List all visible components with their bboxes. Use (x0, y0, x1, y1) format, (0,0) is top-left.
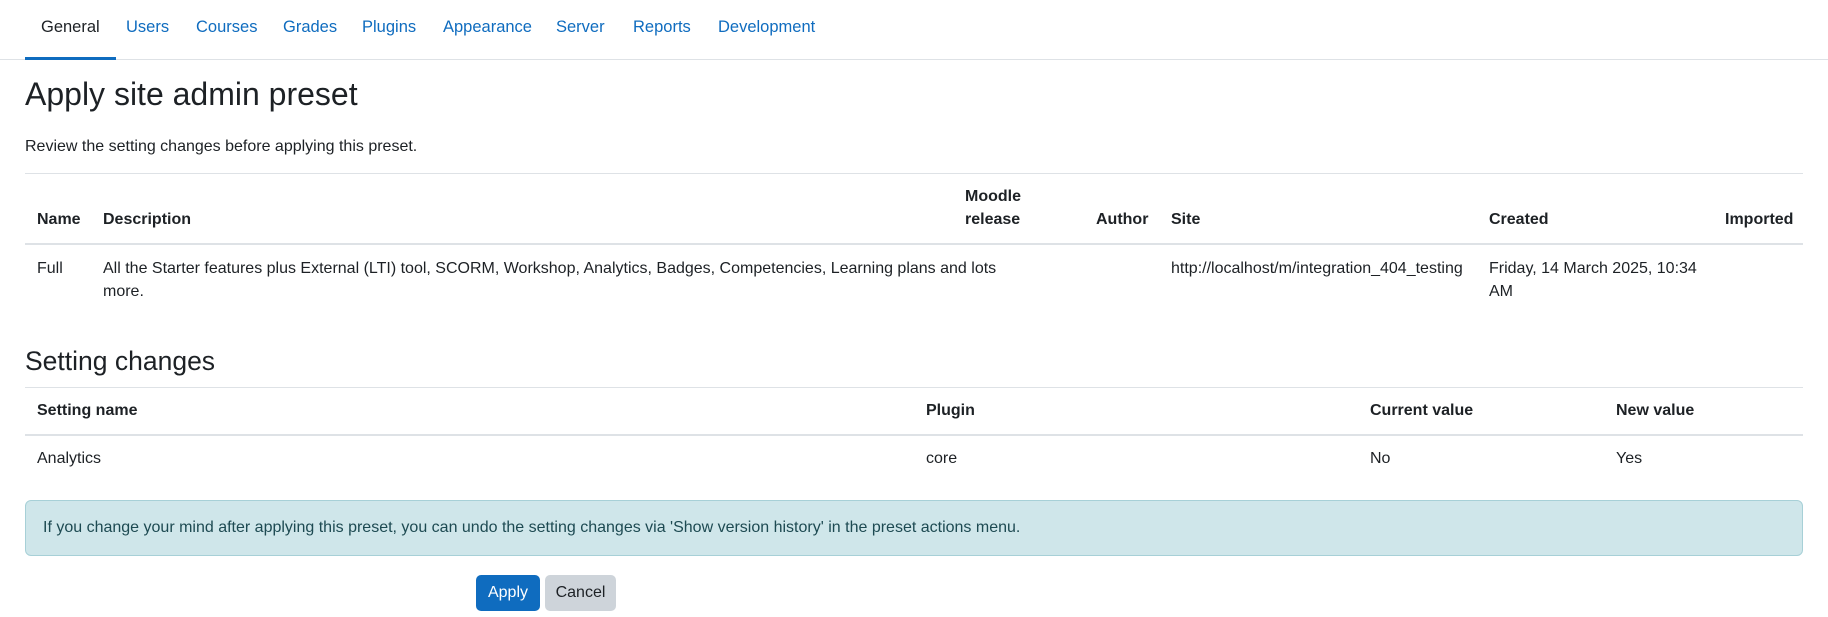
preset-description-line1: All the Starter features plus External (… (103, 260, 997, 277)
column-header-site: Site (1171, 211, 1201, 228)
tab-courses[interactable]: Courses (180, 0, 273, 60)
column-header-imported: Imported (1725, 211, 1794, 228)
preset-created-line1: Friday, 14 March 2025, 10:34 (1489, 260, 1697, 277)
page-title: Apply site admin preset (25, 76, 358, 112)
tab-general[interactable]: General (25, 0, 116, 60)
preset-site: http://localhost/m/integration_404_testi… (1171, 260, 1463, 277)
setting-changes-heading: Setting changes (25, 346, 216, 376)
setting-name-cell: Analytics (37, 450, 102, 467)
tab-server[interactable]: Server (540, 0, 621, 60)
table-top-border (25, 173, 1803, 174)
tab-plugins[interactable]: Plugins (346, 0, 432, 60)
setting-new-value-cell: Yes (1616, 450, 1643, 467)
setting-plugin-cell: core (926, 450, 958, 467)
column-header-description: Description (103, 211, 192, 228)
info-alert: If you change your mind after applying t… (25, 500, 1803, 556)
settings-header-border (25, 434, 1803, 436)
tab-development[interactable]: Development (702, 0, 831, 60)
preset-description-line2: more. (103, 283, 144, 300)
settings-table-top-border (25, 387, 1803, 388)
page-intro: Review the setting changes before applyi… (25, 138, 418, 155)
column-header-plugin: Plugin (926, 402, 975, 419)
column-header-created: Created (1489, 211, 1549, 228)
tab-appearance[interactable]: Appearance (427, 0, 548, 60)
column-header-release-line2: release (965, 211, 1021, 228)
preset-name: Full (37, 260, 63, 277)
tab-grades[interactable]: Grades (267, 0, 353, 60)
admin-tabs: General Users Courses Grades Plugins App… (0, 0, 1828, 60)
column-header-current-value: Current value (1370, 402, 1474, 419)
tab-users[interactable]: Users (110, 0, 185, 60)
column-header-author: Author (1096, 211, 1149, 228)
preset-created-line2: AM (1489, 283, 1513, 300)
apply-button[interactable]: Apply (476, 575, 540, 611)
column-header-new-value: New value (1616, 402, 1695, 419)
column-header-setting-name: Setting name (37, 402, 138, 419)
cancel-button[interactable]: Cancel (545, 575, 616, 611)
column-header-release-line1: Moodle (965, 188, 1021, 205)
table-header-border (25, 243, 1803, 245)
tab-reports[interactable]: Reports (617, 0, 707, 60)
setting-current-value-cell: No (1370, 450, 1391, 467)
column-header-name: Name (37, 211, 81, 228)
